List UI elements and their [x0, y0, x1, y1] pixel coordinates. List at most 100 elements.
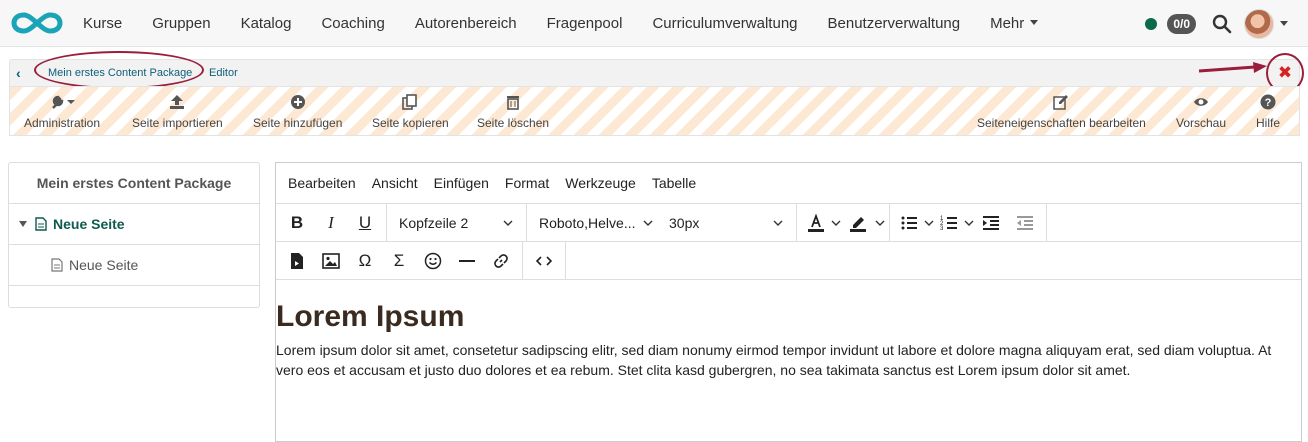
search-icon[interactable] — [1212, 14, 1232, 34]
delete-page-button[interactable]: Seite löschen — [477, 87, 549, 137]
numbered-list-button[interactable]: 123 — [934, 208, 964, 238]
content-paragraph[interactable]: Lorem ipsum dolor sit amet, consetetur s… — [276, 340, 1296, 380]
nav-benutzerverwaltung[interactable]: Benutzerverwaltung — [813, 15, 976, 32]
bullet-list-button[interactable] — [894, 208, 924, 238]
menu-ansicht[interactable]: Ansicht — [364, 175, 426, 191]
nav-mehr-label: Mehr — [990, 15, 1025, 32]
back-icon[interactable]: ‹ — [16, 65, 21, 81]
wrench-icon — [52, 95, 76, 109]
chevron-down-icon[interactable] — [964, 218, 974, 228]
avatar[interactable] — [1244, 8, 1274, 39]
bold-button[interactable]: B — [280, 208, 314, 238]
horizontal-line-icon — [459, 259, 475, 262]
menu-bearbeiten[interactable]: Bearbeiten — [280, 175, 364, 191]
nav-fragenpool[interactable]: Fragenpool — [532, 15, 638, 32]
special-char-button[interactable]: Ω — [348, 246, 382, 276]
color-group — [797, 204, 890, 241]
tree-item[interactable]: Neue Seite — [9, 204, 259, 245]
outdent-icon — [1017, 215, 1033, 230]
chevron-down-icon[interactable] — [831, 218, 841, 228]
expand-icon[interactable] — [19, 221, 27, 227]
underline-button[interactable]: U — [348, 208, 382, 238]
nav-mehr[interactable]: Mehr — [975, 15, 1053, 32]
copy-icon — [402, 94, 418, 110]
add-page-button[interactable]: Seite hinzufügen — [253, 87, 342, 137]
page-properties-button[interactable]: Seiteneigenschaften bearbeiten — [977, 87, 1146, 137]
copy-page-label: Seite kopieren — [372, 116, 449, 130]
highlight-color-button[interactable] — [841, 208, 875, 238]
nav-autorenbereich[interactable]: Autorenbereich — [400, 15, 532, 32]
rich-text-editor: Bearbeiten Ansicht Einfügen Format Werkz… — [275, 162, 1302, 442]
font-group: Roboto,Helve... 30px — [527, 204, 797, 241]
page-properties-label: Seiteneigenschaften bearbeiten — [977, 116, 1146, 130]
media-file-icon — [291, 252, 303, 269]
numbered-list-icon: 123 — [940, 216, 957, 232]
eye-icon — [1194, 98, 1209, 106]
emoticon-button[interactable] — [416, 246, 450, 276]
horizontal-rule-button[interactable] — [450, 246, 484, 276]
menu-format[interactable]: Format — [497, 175, 557, 191]
chevron-down-icon[interactable] — [924, 218, 934, 228]
smiley-icon — [424, 252, 442, 269]
insert-toolbar: Ω Σ — [276, 242, 1301, 280]
text-color-button[interactable] — [801, 208, 831, 238]
online-status-icon[interactable] — [1145, 17, 1158, 30]
notification-badge[interactable]: 0/0 — [1167, 13, 1196, 34]
user-menu-chevron-icon[interactable] — [1280, 21, 1288, 26]
font-size-value: 30px — [669, 214, 700, 231]
arrow-annotation-icon — [1199, 62, 1267, 73]
preview-button[interactable]: Vorschau — [1176, 87, 1226, 137]
tree-item-label: Neue Seite — [69, 257, 139, 273]
block-format-value: Kopfzeile 2 — [399, 214, 469, 231]
italic-button[interactable]: I — [314, 208, 348, 238]
help-label: Hilfe — [1256, 116, 1281, 130]
editor-content[interactable]: Lorem Ipsum Lorem ipsum dolor sit amet, … — [276, 280, 1301, 380]
delete-page-label: Seite löschen — [477, 116, 550, 130]
openolat-logo[interactable] — [11, 11, 63, 35]
insert-link-button[interactable] — [484, 246, 518, 276]
font-size-select[interactable]: 30px — [661, 215, 791, 231]
help-button[interactable]: ? Hilfe — [1256, 87, 1280, 137]
highlighter-icon — [850, 216, 866, 232]
outdent-button[interactable] — [1008, 208, 1042, 238]
nav-kurse[interactable]: Kurse — [68, 15, 137, 32]
nav-gruppen[interactable]: Gruppen — [137, 15, 225, 32]
menu-einfuegen[interactable]: Einfügen — [426, 175, 497, 191]
format-toolbar: B I U Kopfzeile 2 Roboto,Helve... 30px 1… — [276, 203, 1301, 242]
administration-button[interactable]: Administration — [24, 87, 100, 137]
upload-icon — [170, 95, 185, 109]
svg-text:3: 3 — [940, 226, 944, 232]
link-icon — [494, 253, 508, 268]
menu-werkzeuge[interactable]: Werkzeuge — [557, 175, 644, 191]
page-icon — [51, 258, 63, 272]
tree-title: Mein erstes Content Package — [9, 163, 259, 204]
math-formula-button[interactable]: Σ — [382, 246, 416, 276]
menu-tabelle[interactable]: Tabelle — [644, 175, 704, 191]
tree-item[interactable]: Neue Seite — [9, 245, 259, 286]
nav-curriculumverwaltung[interactable]: Curriculumverwaltung — [637, 15, 812, 32]
source-code-button[interactable] — [527, 246, 561, 276]
copy-page-button[interactable]: Seite kopieren — [372, 87, 449, 137]
chevron-down-icon[interactable] — [875, 218, 885, 228]
chevron-down-icon — [773, 220, 783, 226]
import-page-button[interactable]: Seite importieren — [132, 87, 223, 137]
nav-coaching[interactable]: Coaching — [306, 15, 399, 32]
nav-katalog[interactable]: Katalog — [226, 15, 307, 32]
insert-image-button[interactable] — [314, 246, 348, 276]
breadcrumb-editor[interactable]: Editor — [209, 67, 238, 79]
code-icon — [535, 255, 553, 266]
chevron-down-icon — [503, 220, 513, 226]
close-icon: ✖ — [1277, 63, 1293, 82]
insert-media-button[interactable] — [280, 246, 314, 276]
indent-button[interactable] — [974, 208, 1008, 238]
bullet-list-icon — [901, 216, 917, 229]
indent-icon — [983, 215, 999, 230]
insert-group: Ω Σ — [276, 242, 523, 279]
list-group: 123 — [890, 204, 1047, 241]
font-family-select[interactable]: Roboto,Helve... — [531, 215, 661, 231]
block-format-select[interactable]: Kopfzeile 2 — [391, 215, 521, 231]
code-group — [523, 242, 566, 279]
content-tree: Mein erstes Content Package Neue Seite N… — [8, 162, 260, 308]
content-heading[interactable]: Lorem Ipsum — [276, 300, 1301, 334]
trash-icon — [507, 96, 520, 110]
